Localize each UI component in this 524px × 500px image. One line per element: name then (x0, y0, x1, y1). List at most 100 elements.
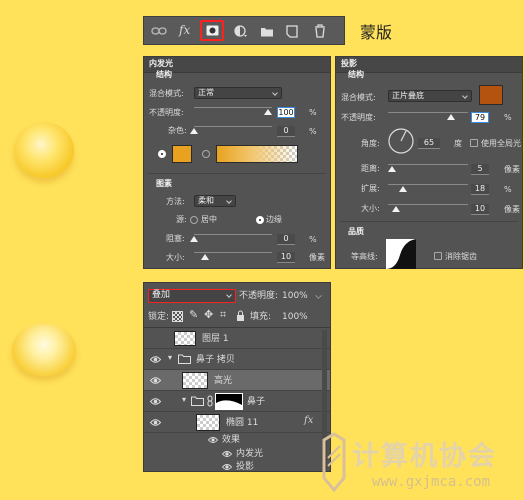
drop-shadow-distance-slider[interactable] (388, 164, 468, 165)
lock-position-icon[interactable]: ✥ (204, 308, 213, 321)
eye-icon[interactable] (150, 396, 161, 407)
drop-shadow-spread-input[interactable]: 18 (471, 184, 489, 195)
inner-glow-opacity-thumb[interactable] (264, 109, 272, 115)
drop-shadow-opacity-slider[interactable] (388, 112, 468, 113)
layer-row-inner-glow[interactable]: 内发光 (144, 447, 330, 460)
layer-opacity-dropdown[interactable] (315, 292, 322, 299)
layer-name: 椭圆 11 (226, 418, 259, 428)
drop-shadow-distance-unit: 像素 (504, 165, 520, 174)
drop-shadow-blend-mode-select[interactable]: 正片叠底 (388, 90, 472, 102)
contour-dropdown[interactable] (418, 251, 428, 261)
eye-icon[interactable] (208, 435, 218, 445)
drop-shadow-distance-label: 距离: (361, 164, 380, 173)
inner-glow-source-edge-label: 边缘 (266, 215, 282, 224)
drop-shadow-opacity-input[interactable]: 79 (471, 112, 489, 123)
fill-value[interactable]: 100% (282, 312, 308, 322)
eye-icon[interactable] (222, 449, 232, 459)
drop-shadow-opacity-percent: % (504, 113, 512, 122)
inner-glow-gradient-radio[interactable] (202, 150, 210, 158)
drop-shadow-distance-thumb[interactable] (388, 166, 396, 172)
inner-glow-title: 内发光 (149, 59, 173, 68)
inner-glow-source-edge-radio[interactable] (256, 216, 264, 224)
fx-indicator-icon[interactable]: fx (304, 415, 313, 426)
layer-opacity-label: 不透明度: (239, 291, 279, 301)
inner-glow-source-center-label: 居中 (201, 215, 217, 224)
drop-shadow-distance-input[interactable]: 5 (471, 164, 489, 175)
folder-icon (178, 354, 191, 364)
inner-glow-noise-slider[interactable] (194, 126, 272, 127)
drop-shadow-spread-thumb[interactable] (399, 186, 407, 192)
inner-glow-choke-slider[interactable] (194, 234, 272, 235)
adjustment-icon[interactable] (234, 25, 248, 39)
drop-shadow-size-thumb[interactable] (392, 206, 400, 212)
chevron-down-icon[interactable]: ▾ (168, 353, 172, 362)
chevron-down-icon[interactable]: ▾ (182, 395, 186, 404)
folder-icon[interactable] (260, 26, 274, 37)
drop-shadow-spread-slider[interactable] (388, 184, 468, 185)
inner-glow-choke-input[interactable]: 0 (277, 234, 295, 245)
fx-icon[interactable]: fx (179, 23, 190, 37)
inner-glow-choke-thumb[interactable] (190, 236, 198, 242)
inner-glow-size-input[interactable]: 10 (277, 252, 295, 263)
watermark: 计算机协会 www.gxjmca.com (316, 430, 524, 500)
angle-dial-icon[interactable] (388, 128, 414, 154)
layer-row-layer1[interactable]: 图层 1 (144, 328, 330, 349)
inner-glow-method-label: 方法: (166, 197, 185, 206)
layer-opacity-value[interactable]: 100% (282, 291, 308, 301)
layer-thumbnail (174, 331, 196, 346)
layer-name: 高光 (214, 376, 233, 386)
new-layer-icon[interactable] (286, 25, 298, 38)
inner-glow-noise-input[interactable]: 0 (277, 126, 295, 137)
inner-glow-opacity-input[interactable]: 100 (277, 107, 295, 118)
mask-link-icon[interactable] (207, 395, 213, 407)
layer-row-effects[interactable]: 效果 (144, 433, 330, 447)
layer-row-nose[interactable]: ▾ 鼻子 (144, 391, 330, 412)
layer-row-drop-shadow[interactable]: 投影 (144, 460, 330, 472)
drop-shadow-angle-input[interactable]: 65 (418, 138, 440, 149)
lock-all-icon[interactable] (236, 310, 245, 321)
layer-name: 图层 1 (202, 334, 229, 344)
trash-icon[interactable] (314, 24, 326, 38)
drop-shadow-size-input[interactable]: 10 (471, 204, 489, 215)
inner-glow-method-select[interactable]: 柔和 (194, 195, 236, 207)
inner-glow-source-center-radio[interactable] (190, 216, 198, 224)
layer-row-highlight[interactable]: 高光 (144, 370, 330, 391)
layer-mask-thumbnail[interactable] (215, 393, 243, 410)
inner-glow-solid-color-radio[interactable] (158, 150, 166, 158)
drop-shadow-angle-unit: 度 (454, 139, 462, 148)
drop-shadow-title: 投影 (341, 59, 357, 68)
layer-toolbar: fx (143, 16, 345, 45)
inner-glow-noise-thumb[interactable] (190, 128, 198, 134)
inner-glow-blend-mode-select[interactable]: 正常 (194, 87, 282, 99)
lock-transparent-icon[interactable] (172, 311, 183, 322)
layer-row-nose-copy[interactable]: ▾ 鼻子 拷贝 (144, 349, 330, 370)
drop-shadow-size-label: 大小: (361, 204, 380, 213)
link-icon[interactable] (151, 25, 167, 37)
inner-glow-size-slider[interactable] (194, 252, 272, 253)
drop-shadow-spread-percent: % (504, 185, 512, 194)
drop-shadow-effect-label: 投影 (236, 462, 255, 472)
drop-shadow-color-swatch[interactable] (479, 85, 503, 105)
eye-icon[interactable] (150, 417, 161, 428)
global-light-checkbox[interactable] (470, 139, 478, 147)
eye-icon[interactable] (150, 354, 161, 365)
inner-glow-size-thumb[interactable] (201, 254, 209, 260)
lock-pixels-icon[interactable]: ✎ (189, 308, 198, 321)
layer-blend-mode-select[interactable]: 叠加 (148, 289, 236, 303)
inner-glow-color-swatch[interactable] (172, 145, 192, 163)
eye-icon[interactable] (150, 375, 161, 386)
drop-shadow-size-slider[interactable] (388, 204, 468, 205)
yellow-ball-top (14, 122, 74, 178)
drop-shadow-opacity-thumb[interactable] (447, 114, 455, 120)
mask-button[interactable] (200, 20, 224, 41)
inner-glow-gradient-dropdown[interactable] (302, 149, 314, 159)
inner-glow-separator (148, 173, 326, 174)
inner-glow-gradient-swatch[interactable] (216, 145, 298, 163)
layer-row-ellipse[interactable]: 椭圆 11 fx (144, 412, 330, 433)
eye-icon[interactable] (222, 462, 232, 472)
lock-label: 锁定: (148, 312, 170, 322)
inner-glow-opacity-slider[interactable] (194, 107, 272, 108)
contour-preview-icon[interactable] (386, 239, 416, 269)
lock-artboard-icon[interactable]: ⌗ (220, 308, 226, 322)
antialias-checkbox[interactable] (434, 252, 442, 260)
